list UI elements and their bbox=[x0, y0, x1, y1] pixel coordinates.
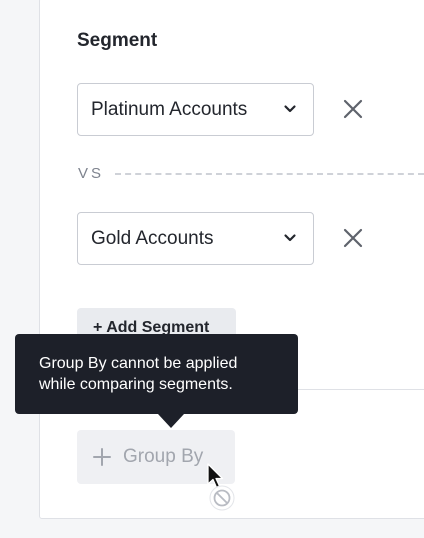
vs-label: VS bbox=[78, 165, 105, 182]
vs-dashed-line bbox=[115, 173, 424, 175]
vs-divider: VS bbox=[78, 165, 424, 183]
segment-select-platinum[interactable]: Platinum Accounts bbox=[77, 83, 314, 136]
segment-select-label: Gold Accounts bbox=[91, 228, 214, 249]
chevron-down-icon bbox=[284, 105, 296, 113]
tooltip-line-1: Group By cannot be applied bbox=[39, 355, 238, 372]
segment-select-label: Platinum Accounts bbox=[91, 99, 248, 120]
group-by-disabled-tooltip: Group By cannot be applied while compari… bbox=[15, 334, 298, 428]
not-allowed-cursor-icon bbox=[207, 463, 235, 511]
plus-icon bbox=[93, 448, 111, 466]
remove-segment-close-icon[interactable] bbox=[340, 96, 366, 122]
segment-title: Segment bbox=[77, 30, 158, 51]
tooltip-arrow bbox=[158, 414, 184, 428]
remove-segment-close-icon[interactable] bbox=[340, 225, 366, 251]
group-by-label: Group By bbox=[123, 446, 204, 467]
tooltip-line-2: while comparing segments. bbox=[39, 376, 233, 393]
segment-select-gold[interactable]: Gold Accounts bbox=[77, 212, 314, 265]
chevron-down-icon bbox=[284, 234, 296, 242]
